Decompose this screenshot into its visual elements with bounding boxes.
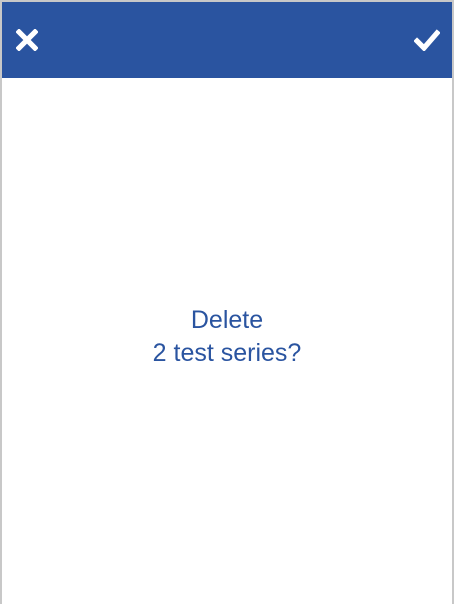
dialog-header-bar [2,2,452,78]
cancel-button[interactable] [2,2,78,78]
delete-confirmation-dialog: Delete 2 test series? [0,0,454,604]
message-line-2: 2 test series? [152,339,302,367]
message-line-1: Delete [190,306,264,334]
delete-confirmation-message: Delete 2 test series? [2,304,452,370]
check-icon [414,29,440,51]
close-icon [16,29,38,51]
confirm-button[interactable] [376,2,452,78]
